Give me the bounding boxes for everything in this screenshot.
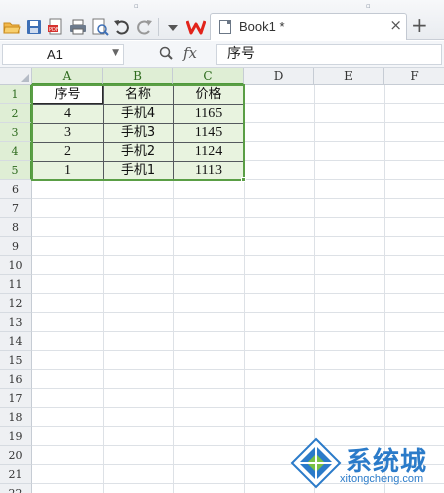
toolbar-separator bbox=[158, 18, 159, 36]
cell-b1[interactable]: 名称 bbox=[103, 85, 173, 104]
row-header-5[interactable]: 5 bbox=[0, 161, 32, 180]
formula-input[interactable]: 序号 bbox=[216, 44, 442, 65]
row-header-13[interactable]: 13 bbox=[0, 313, 32, 332]
row-header-7[interactable]: 7 bbox=[0, 199, 32, 218]
site-watermark: 系统城 xitongcheng.com bbox=[290, 437, 444, 493]
column-header-f[interactable]: F bbox=[384, 68, 444, 85]
redo-icon[interactable] bbox=[135, 18, 153, 36]
group-marker-icon: ▫ bbox=[134, 2, 139, 10]
insert-function-button[interactable]: fx bbox=[183, 44, 197, 62]
row-header-1[interactable]: 1 bbox=[0, 85, 32, 104]
spreadsheet-doc-icon bbox=[219, 20, 231, 34]
formula-bar: A1 ▼ fx 序号 bbox=[0, 41, 444, 68]
row-header-17[interactable]: 17 bbox=[0, 389, 32, 408]
more-dropdown-icon[interactable] bbox=[164, 18, 182, 36]
column-header-c[interactable]: C bbox=[173, 68, 244, 85]
column-header-d[interactable]: D bbox=[244, 68, 314, 85]
row-header-20[interactable]: 20 bbox=[0, 446, 32, 465]
export-pdf-icon[interactable]: PDF bbox=[47, 18, 65, 36]
row-header-14[interactable]: 14 bbox=[0, 332, 32, 351]
cell-c2[interactable]: 1165 bbox=[173, 104, 244, 123]
row-header-18[interactable]: 18 bbox=[0, 408, 32, 427]
column-header-e[interactable]: E bbox=[314, 68, 384, 85]
row-header-4[interactable]: 4 bbox=[0, 142, 32, 161]
brand-logo-icon bbox=[290, 437, 342, 489]
name-box[interactable]: A1 ▼ bbox=[2, 44, 124, 65]
wps-logo-icon[interactable] bbox=[185, 18, 207, 36]
print-preview-icon[interactable] bbox=[91, 18, 109, 36]
cell-c4[interactable]: 1124 bbox=[173, 142, 244, 161]
watermark-url: xitongcheng.com bbox=[340, 473, 424, 485]
name-box-value: A1 bbox=[47, 47, 63, 62]
row-header-9[interactable]: 9 bbox=[0, 237, 32, 256]
open-folder-icon[interactable] bbox=[3, 18, 21, 36]
print-icon[interactable] bbox=[69, 18, 87, 36]
select-all-corner[interactable] bbox=[0, 68, 32, 85]
zoom-icon[interactable] bbox=[159, 46, 173, 64]
cell-a3[interactable]: 3 bbox=[32, 123, 103, 142]
tab-book1[interactable]: Book1 * × bbox=[210, 13, 407, 40]
cell-c1[interactable]: 价格 bbox=[173, 85, 244, 104]
cell-c5[interactable]: 1113 bbox=[173, 161, 244, 180]
cell-a5[interactable]: 1 bbox=[32, 161, 103, 180]
row-header-19[interactable]: 19 bbox=[0, 427, 32, 446]
row-header-2[interactable]: 2 bbox=[0, 104, 32, 123]
cell-c3[interactable]: 1145 bbox=[173, 123, 244, 142]
column-header-b[interactable]: B bbox=[103, 68, 173, 85]
row-header-11[interactable]: 11 bbox=[0, 275, 32, 294]
row-header-3[interactable]: 3 bbox=[0, 123, 32, 142]
svg-text:PDF: PDF bbox=[49, 27, 59, 33]
cell-a1[interactable]: 序号 bbox=[32, 85, 103, 104]
new-tab-button[interactable]: + bbox=[411, 13, 428, 37]
column-header-a[interactable]: A bbox=[32, 68, 103, 85]
cell-b2[interactable]: 手机4 bbox=[103, 104, 173, 123]
undo-icon[interactable] bbox=[113, 18, 131, 36]
row-header-22[interactable]: 22 bbox=[0, 484, 32, 493]
cell-b4[interactable]: 手机2 bbox=[103, 142, 173, 161]
row-header-12[interactable]: 12 bbox=[0, 294, 32, 313]
close-tab-icon[interactable]: × bbox=[389, 16, 402, 34]
chevron-down-icon[interactable]: ▼ bbox=[112, 48, 119, 58]
tab-title: Book1 * bbox=[239, 19, 285, 34]
row-header-8[interactable]: 8 bbox=[0, 218, 32, 237]
row-header-6[interactable]: 6 bbox=[0, 180, 32, 199]
group-marker-icon: ▫ bbox=[366, 2, 371, 10]
row-header-16[interactable]: 16 bbox=[0, 370, 32, 389]
quick-access-toolbar: ▫ ▫ PDF Book1 * × + bbox=[0, 0, 444, 40]
cell-b3[interactable]: 手机3 bbox=[103, 123, 173, 142]
cell-a4[interactable]: 2 bbox=[32, 142, 103, 161]
cell-b5[interactable]: 手机1 bbox=[103, 161, 173, 180]
spreadsheet-grid: A B C D E F 1 2 3 4 5 6 7 8 9 10 11 12 13 14 15 16 17 18 1… bbox=[0, 68, 444, 493]
cell-a2[interactable]: 4 bbox=[32, 104, 103, 123]
row-header-15[interactable]: 15 bbox=[0, 351, 32, 370]
row-header-10[interactable]: 10 bbox=[0, 256, 32, 275]
save-icon[interactable] bbox=[25, 18, 43, 36]
row-header-21[interactable]: 21 bbox=[0, 465, 32, 484]
